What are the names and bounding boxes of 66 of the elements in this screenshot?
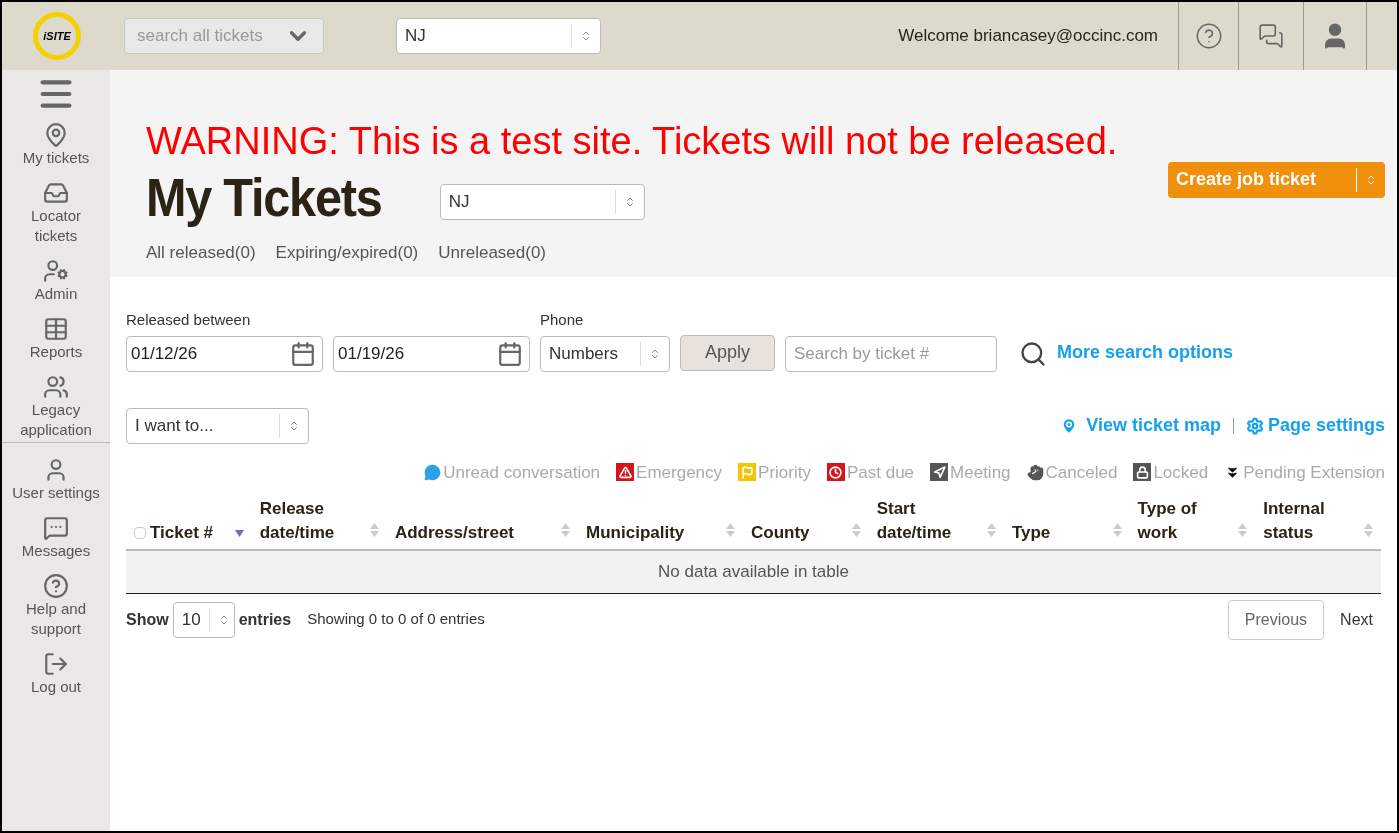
chat-icon — [43, 515, 69, 541]
entries-info: Showing 0 to 0 of 0 entries — [307, 609, 485, 630]
sidebar-item[interactable]: User settings — [8, 483, 104, 503]
previous-button[interactable]: Previous — [1227, 599, 1325, 640]
map-pin-icon — [43, 122, 69, 148]
page-size-select[interactable]: 10 — [172, 601, 235, 638]
calendar-icon — [497, 340, 523, 367]
column-header[interactable]: Type — [1003, 497, 1130, 550]
warning-text: WARNING: This is a test site. Tickets will not be released. — [146, 119, 1119, 164]
column-header[interactable]: Start date/time — [868, 497, 1004, 550]
legend-label: Locked — [1153, 461, 1209, 484]
legend-label: Past due — [846, 461, 915, 484]
legend-label: Pending Extension — [1243, 461, 1385, 484]
column-header[interactable]: Municipality — [578, 497, 743, 550]
sidebar-item[interactable]: Reports — [8, 342, 104, 362]
logo: iSITE — [33, 12, 81, 60]
date-field[interactable]: 01/19/26 — [333, 335, 530, 372]
legend-label: Unread conversation — [443, 461, 601, 484]
grid-icon — [43, 316, 69, 342]
search-icon[interactable] — [1019, 339, 1048, 368]
phone-select[interactable]: Numbers — [540, 335, 670, 372]
user-gear-icon — [43, 258, 69, 284]
gear-icon — [1245, 416, 1264, 435]
legend-label: Meeting — [950, 461, 1011, 484]
show-label: Show — [126, 609, 169, 630]
welcome-text: Welcome briancasey@occinc.com — [898, 25, 1158, 48]
filter-tab[interactable]: All released(0) — [146, 239, 256, 265]
column-header[interactable]: Address/street — [386, 497, 579, 550]
state-select[interactable]: NJ — [439, 183, 645, 220]
inbox-icon — [43, 180, 69, 206]
sidebar-item[interactable]: My tickets — [8, 148, 104, 168]
apply-button[interactable]: Apply — [680, 334, 776, 371]
column-header[interactable]: County — [743, 497, 869, 550]
ticket-search-field[interactable]: Search by ticket # — [785, 335, 998, 372]
people-icon — [43, 374, 69, 400]
chat-icon[interactable] — [1258, 23, 1284, 49]
column-header[interactable]: Release date/time — [251, 497, 387, 550]
updown-icon — [288, 419, 300, 432]
column-header[interactable]: Internal status — [1255, 497, 1381, 550]
legend-label: Canceled — [1045, 461, 1118, 484]
logout-icon — [43, 651, 69, 677]
sidebar-item[interactable]: Legacy application — [8, 400, 104, 440]
column-header[interactable]: Type of work — [1129, 497, 1256, 550]
updown-icon — [580, 30, 592, 42]
field-label: Released between — [126, 310, 252, 330]
field-label: Phone — [540, 310, 585, 330]
legend-label: Priority — [758, 461, 811, 484]
calendar-icon — [290, 340, 316, 367]
state-select[interactable]: NJ — [396, 18, 601, 54]
sidebar-item[interactable]: Locator tickets — [8, 206, 104, 246]
date-field[interactable]: 01/12/26 — [126, 335, 323, 372]
sidebar-item[interactable]: Log out — [8, 677, 104, 697]
updown-icon — [649, 347, 661, 360]
column-header[interactable]: Ticket # — [126, 497, 252, 550]
action-select[interactable]: I want to... — [126, 407, 309, 444]
sidebar-item[interactable]: Admin — [8, 284, 104, 304]
sidebar-item[interactable]: Messages — [8, 541, 104, 561]
updown-icon — [1365, 173, 1377, 186]
next-button[interactable]: Next — [1324, 599, 1389, 640]
help-icon — [43, 573, 69, 599]
filter-tab[interactable]: Expiring/expired(0) — [275, 239, 419, 265]
sidebar-item[interactable]: Help and support — [8, 599, 104, 639]
legend-label: Emergency — [636, 461, 723, 484]
filter-tab[interactable]: Unreleased(0) — [438, 239, 547, 265]
entries-label: entries — [238, 609, 292, 630]
help-icon[interactable] — [1194, 22, 1223, 50]
